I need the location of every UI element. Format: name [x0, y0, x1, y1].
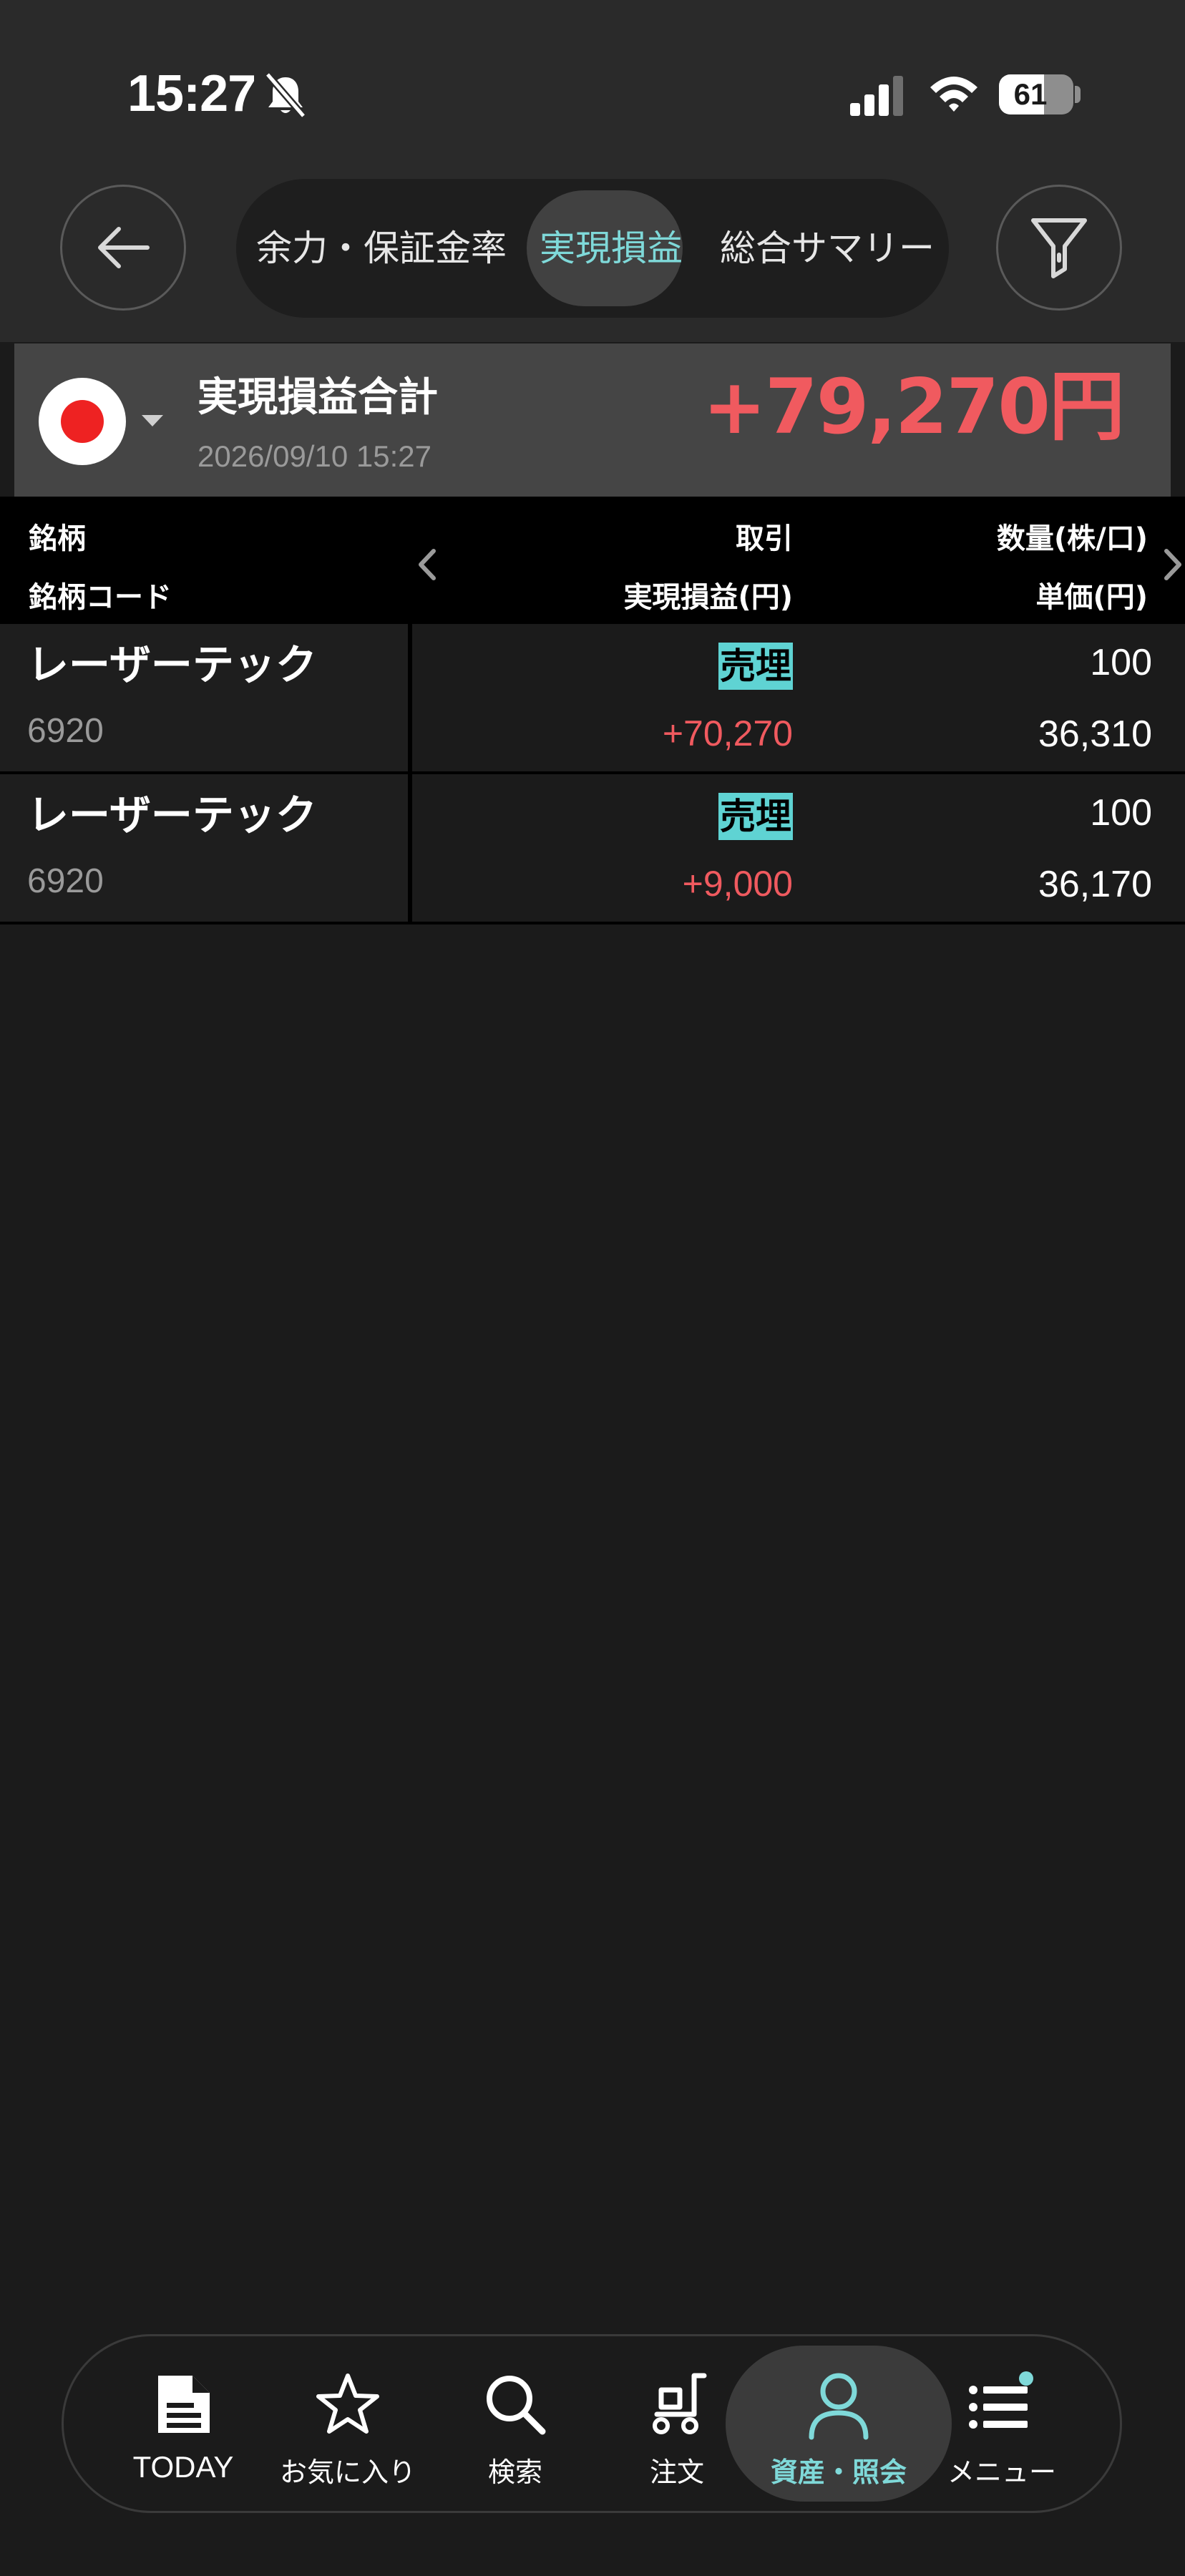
status-time: 15:27 [127, 65, 256, 122]
col-realized-pl: 実現損益(円) [623, 581, 793, 614]
trade-type-badge: 売埋 [718, 643, 793, 690]
notification-dot-icon [1019, 2371, 1033, 2386]
nav-menu[interactable]: メニュー [916, 2361, 1088, 2497]
wifi-icon [930, 77, 977, 112]
filter-button[interactable] [996, 185, 1122, 311]
tab-realized-pl[interactable]: 実現損益 [540, 179, 683, 318]
search-icon [487, 2376, 546, 2435]
bell-off-icon [265, 72, 306, 119]
signal-icon [850, 76, 903, 116]
nav-order[interactable]: 注文 [591, 2361, 763, 2497]
nav-search-label: 検索 [487, 2457, 542, 2488]
row-realized-pl: +70,270 [662, 713, 793, 753]
row-unit-price: 36,170 [1038, 864, 1152, 905]
trade-type-badge: 売埋 [718, 793, 793, 840]
row-stock-code: 6920 [27, 862, 104, 900]
nav-search[interactable]: 検索 [429, 2361, 601, 2497]
nav-favorites[interactable]: お気に入り [262, 2361, 434, 2497]
battery-text: 61 [1013, 77, 1048, 111]
back-button[interactable] [60, 185, 186, 311]
nav-menu-label: メニュー [947, 2457, 1056, 2488]
tab-segment: 余力・保証金率 実現損益 総合サマリー [236, 179, 949, 318]
nav-order-label: 注文 [649, 2457, 704, 2488]
star-icon [316, 2373, 379, 2434]
column-header: 銘柄 銘柄コード 取引 実現損益(円) 数量(株/口) 単価(円) [0, 497, 1185, 624]
flag-dot [61, 400, 104, 443]
row-stock-name: レーザーテック [27, 791, 317, 839]
row-unit-price: 36,310 [1038, 713, 1152, 755]
document-icon [158, 2376, 210, 2433]
scroll-right-icon[interactable] [1162, 547, 1184, 582]
col-code: 銘柄コード [29, 581, 172, 614]
col-unit-price: 単価(円) [1035, 581, 1148, 614]
col-name: 銘柄 [29, 522, 86, 555]
person-icon [809, 2373, 869, 2440]
summary-amount: +79,270円 [703, 363, 1125, 451]
caret-down-icon[interactable] [140, 412, 165, 429]
row-name-cell: レーザーテック 6920 [0, 624, 412, 771]
col-quantity: 数量(株/口) [996, 522, 1148, 555]
row-name-cell: レーザーテック 6920 [0, 774, 412, 922]
summary-title: 実現損益合計 [198, 374, 438, 421]
row-quantity: 100 [1090, 642, 1152, 683]
tab-margin-rate[interactable]: 余力・保証金率 [256, 179, 507, 318]
cart-icon [653, 2373, 707, 2434]
table-row[interactable]: レーザーテック 6920 売埋 +70,270 100 36,310 [0, 624, 1185, 774]
nav-assets[interactable]: 資産・照会 [753, 2361, 925, 2497]
row-stock-name: レーザーテック [27, 640, 317, 689]
nav-today[interactable]: TODAY [97, 2361, 269, 2497]
row-realized-pl: +9,000 [682, 864, 793, 904]
col-trade: 取引 [736, 522, 793, 555]
row-stock-code: 6920 [27, 712, 104, 750]
scroll-left-icon[interactable] [416, 547, 438, 582]
nav-favorites-label: お気に入り [279, 2457, 416, 2488]
battery-indicator: 61 [999, 74, 1073, 114]
tab-total-summary[interactable]: 総合サマリー [720, 179, 935, 318]
arrow-left-icon [98, 227, 150, 268]
nav-assets-label: 資産・照会 [770, 2457, 907, 2488]
summary-timestamp: 2026/09/10 15:27 [198, 439, 431, 473]
market-flag-japan[interactable] [39, 378, 126, 465]
list-icon [969, 2371, 1033, 2429]
battery-cap [1075, 86, 1081, 103]
filter-icon [1031, 218, 1087, 278]
row-quantity: 100 [1090, 792, 1152, 834]
summary-panel: 実現損益合計 2026/09/10 15:27 +79,270円 [14, 343, 1171, 497]
table-row[interactable]: レーザーテック 6920 売埋 +9,000 100 36,170 [0, 774, 1185, 924]
nav-today-label: TODAY [132, 2450, 234, 2484]
